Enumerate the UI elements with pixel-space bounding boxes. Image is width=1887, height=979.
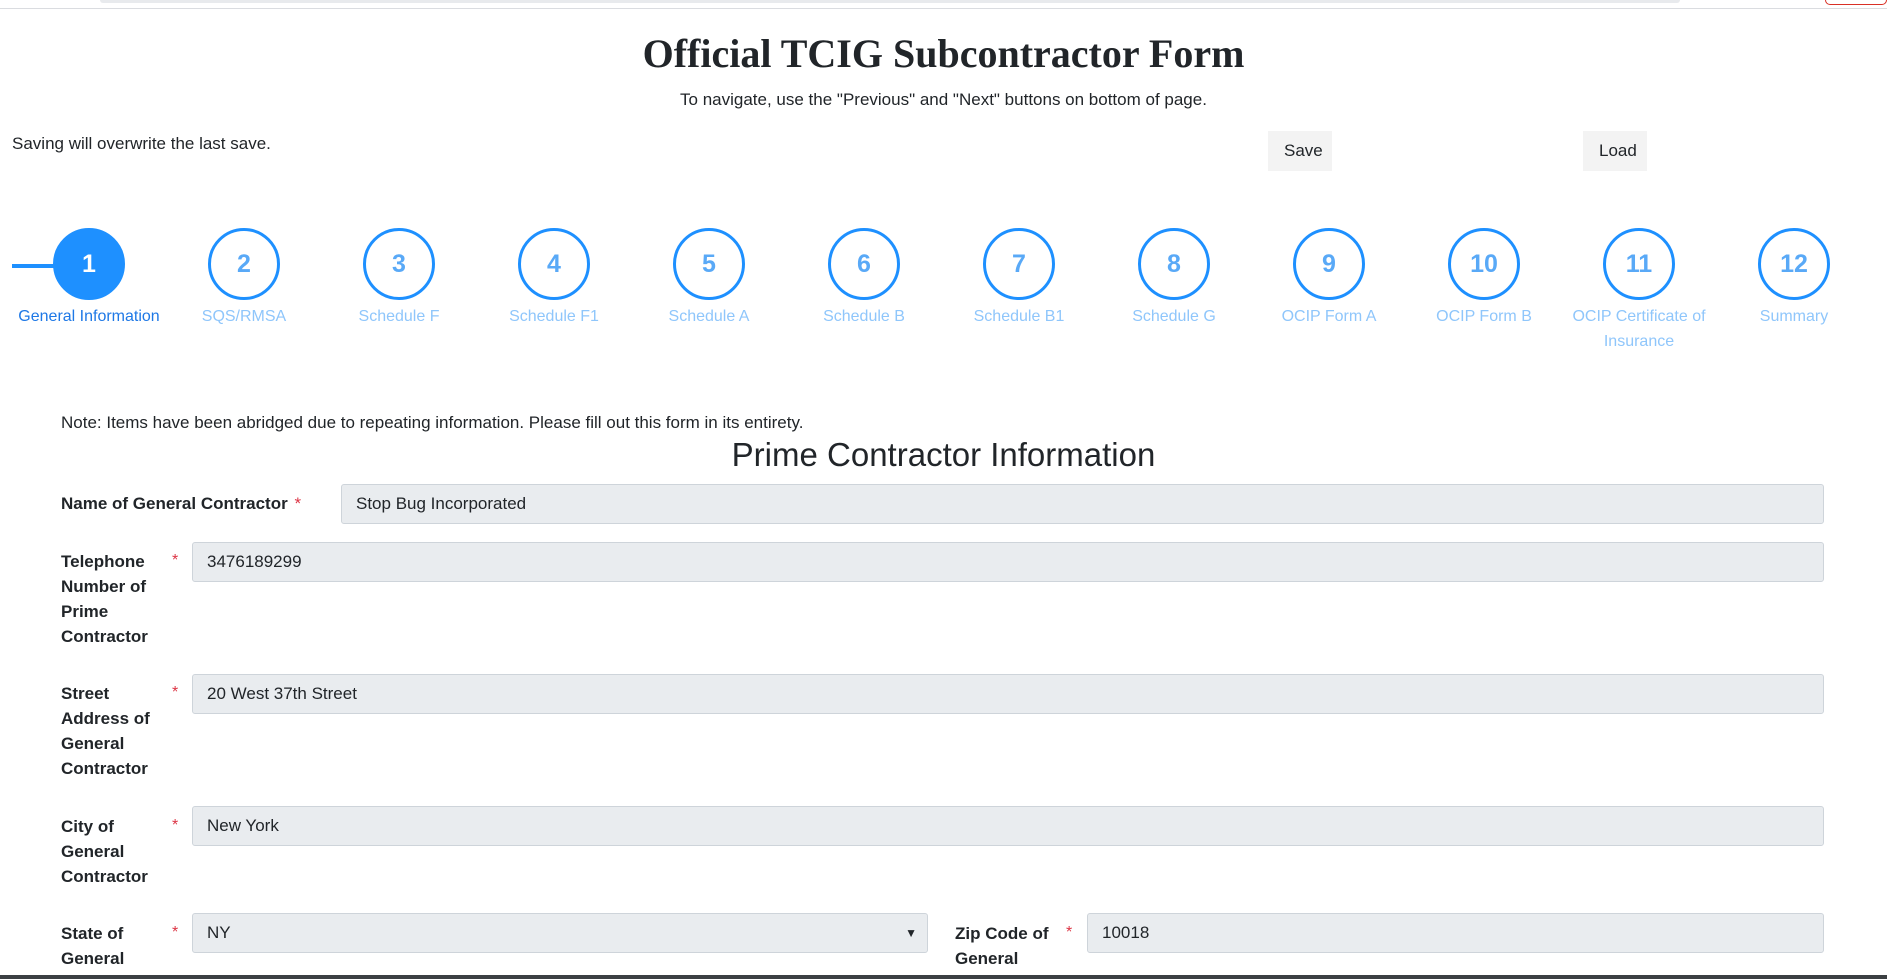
street-address-input[interactable]: 20 West 37th Street	[192, 674, 1824, 714]
telephone-label: Telephone Number of Prime Contractor	[61, 552, 148, 646]
step-label: Schedule F1	[509, 308, 599, 325]
step-schedule-f[interactable]: 3 Schedule F	[324, 228, 474, 329]
step-label: Schedule B1	[973, 308, 1065, 325]
state-select[interactable]: NY ▼	[192, 913, 928, 953]
save-note: Saving will overwrite the last save.	[12, 134, 271, 153]
step-schedule-f1[interactable]: 4 Schedule F1	[479, 228, 629, 329]
step-label: SQS/RMSA	[201, 308, 287, 325]
address-bar[interactable]	[100, 0, 1680, 3]
step-ocip-certificate-of-insurance[interactable]: 11 OCIP Certificate of Insurance	[1564, 228, 1714, 354]
street-address-label: Street Address of General Contractor	[61, 684, 150, 778]
state-label: State of General	[61, 924, 125, 968]
step-ocip-form-b[interactable]: 10 OCIP Form B	[1409, 228, 1559, 329]
step-number: 9	[1293, 228, 1365, 300]
step-number: 11	[1603, 228, 1675, 300]
form-stepper: 1 General Information 2 SQS/RMSA 3 Sched…	[0, 228, 1887, 358]
browser-top-bar	[0, 0, 1887, 9]
required-marker: *	[294, 494, 302, 513]
step-schedule-g[interactable]: 8 Schedule G	[1099, 228, 1249, 329]
profile-button[interactable]	[1825, 0, 1887, 5]
step-number: 1	[53, 228, 125, 300]
step-number: 12	[1758, 228, 1830, 300]
general-contractor-input[interactable]: Stop Bug Incorporated	[341, 484, 1824, 524]
step-number: 6	[828, 228, 900, 300]
step-label: OCIP Form A	[1281, 308, 1377, 325]
step-label: General Information	[18, 308, 160, 325]
step-label: OCIP Certificate of Insurance	[1572, 308, 1706, 350]
window-bottom-edge	[0, 975, 1887, 979]
city-input[interactable]: New York	[192, 806, 1824, 846]
step-label: Schedule A	[668, 308, 750, 325]
step-schedule-a[interactable]: 5 Schedule A	[634, 228, 784, 329]
step-schedule-b[interactable]: 6 Schedule B	[789, 228, 939, 329]
step-number: 5	[673, 228, 745, 300]
step-number: 8	[1138, 228, 1210, 300]
form-note: Note: Items have been abridged due to re…	[61, 413, 804, 432]
step-number: 7	[983, 228, 1055, 300]
step-number: 10	[1448, 228, 1520, 300]
step-number: 2	[208, 228, 280, 300]
zip-code-label: Zip Code of General	[955, 924, 1049, 968]
step-label: OCIP Form B	[1436, 308, 1532, 325]
save-button[interactable]: Save	[1268, 131, 1332, 171]
general-contractor-label-text: Name of General Contractor	[61, 494, 288, 513]
step-number: 3	[363, 228, 435, 300]
step-label: Schedule F	[358, 308, 440, 325]
navigation-instructions: To navigate, use the "Previous" and "Nex…	[680, 90, 1207, 109]
city-label: City of General Contractor	[61, 817, 148, 886]
required-marker: *	[172, 924, 179, 941]
step-schedule-b1[interactable]: 7 Schedule B1	[944, 228, 1094, 329]
step-number: 4	[518, 228, 590, 300]
step-ocip-form-a[interactable]: 9 OCIP Form A	[1254, 228, 1404, 329]
step-label: Schedule G	[1132, 308, 1216, 325]
step-general-information[interactable]: 1 General Information	[14, 228, 164, 329]
step-sqs-rmsa[interactable]: 2 SQS/RMSA	[169, 228, 319, 329]
state-select-value: NY	[207, 923, 231, 942]
page-title: Official TCIG Subcontractor Form	[642, 31, 1245, 76]
zip-code-input[interactable]: 10018	[1087, 913, 1824, 953]
required-marker: *	[172, 817, 179, 834]
required-marker: *	[1066, 924, 1073, 941]
general-contractor-label: Name of General Contractor *	[61, 491, 301, 516]
dropdown-arrow-icon: ▼	[905, 926, 917, 940]
required-marker: *	[172, 552, 179, 569]
section-title: Prime Contractor Information	[731, 436, 1156, 473]
load-button[interactable]: Load	[1583, 131, 1647, 171]
step-label: Schedule B	[823, 308, 905, 325]
step-label: Summary	[1759, 308, 1829, 325]
telephone-input[interactable]: 3476189299	[192, 542, 1824, 582]
required-marker: *	[172, 684, 179, 701]
step-summary[interactable]: 12 Summary	[1719, 228, 1869, 329]
